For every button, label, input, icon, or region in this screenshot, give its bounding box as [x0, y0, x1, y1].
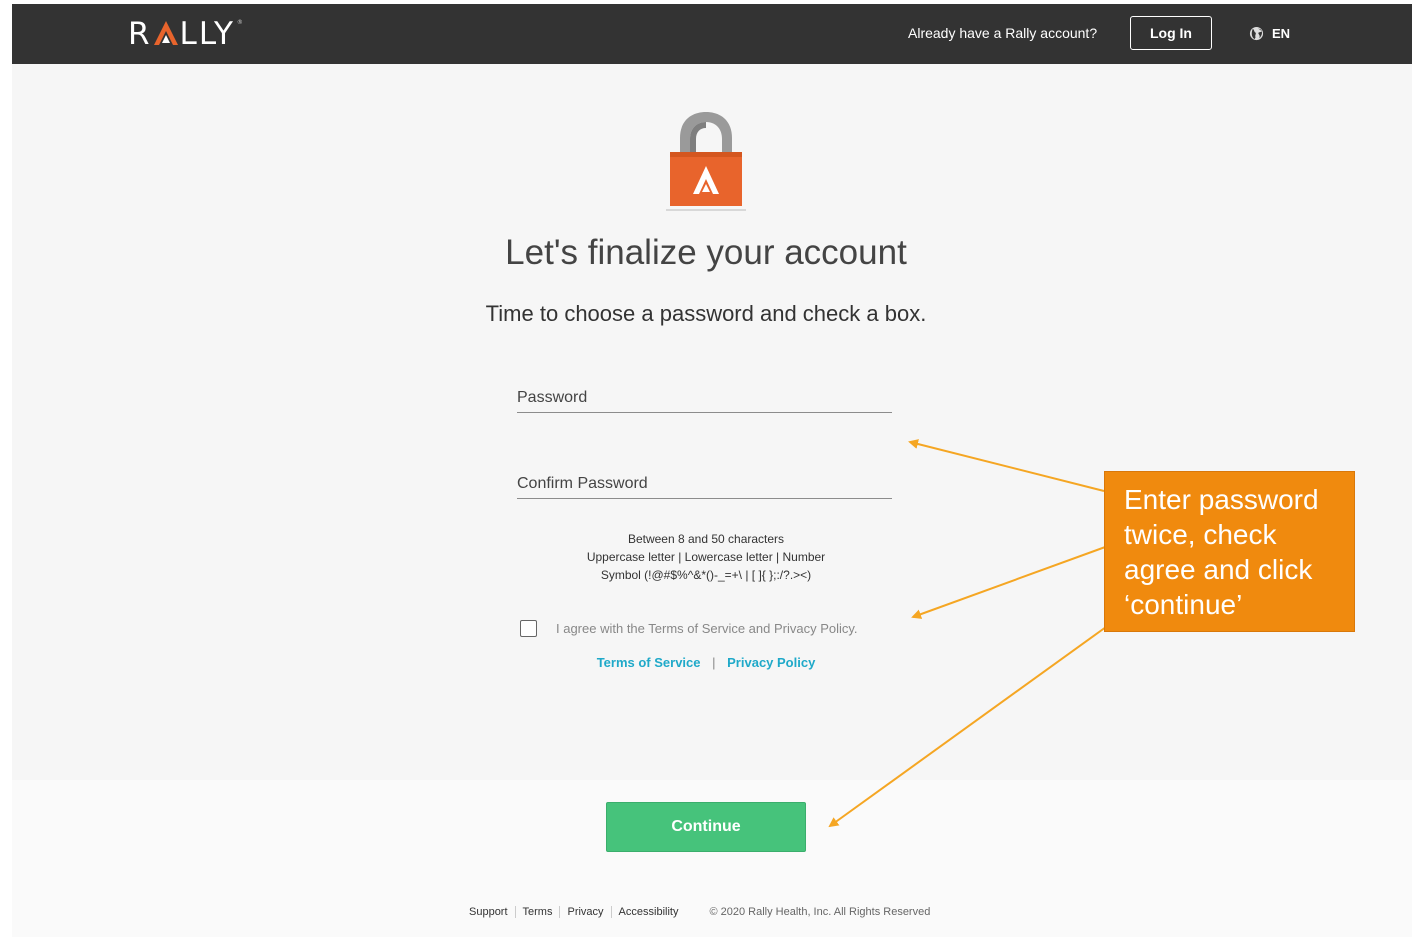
- footer-divider: [514, 906, 516, 918]
- language-label: EN: [1272, 26, 1291, 41]
- footer-accessibility-link[interactable]: Accessibility: [619, 906, 679, 918]
- footer-divider: [559, 906, 561, 918]
- footer-privacy-link[interactable]: Privacy: [567, 906, 603, 918]
- password-input[interactable]: [517, 384, 892, 412]
- globe-icon: [1249, 26, 1264, 41]
- page-footer: Support Terms Privacy Accessibility © 20…: [469, 906, 930, 918]
- callout-line: twice, check: [1124, 519, 1277, 550]
- page-title: Let's finalize your account: [505, 233, 907, 272]
- footer-terms-link[interactable]: Terms: [523, 906, 553, 918]
- confirm-password-input[interactable]: [517, 470, 892, 498]
- policy-links: Terms of Service | Privacy Policy: [0, 655, 1412, 670]
- footer-copyright: © 2020 Rally Health, Inc. All Rights Res…: [709, 906, 931, 918]
- agree-label: I agree with the Terms of Service and Pr…: [556, 621, 858, 636]
- rally-logo[interactable]: R LLY ®: [128, 18, 243, 50]
- callout-line: ‘continue’: [1124, 589, 1243, 620]
- logo-registered-mark: ®: [236, 19, 243, 26]
- already-have-account-text: Already have a Rally account?: [908, 25, 1098, 41]
- logo-letter-r: R: [128, 16, 152, 52]
- continue-button[interactable]: Continue: [606, 802, 806, 852]
- footer-divider: [610, 906, 612, 918]
- confirm-password-field-wrapper: [517, 470, 892, 499]
- agree-checkbox[interactable]: [520, 620, 537, 637]
- language-selector[interactable]: EN: [1249, 26, 1290, 41]
- logo-a-mark-icon: [153, 21, 178, 45]
- privacy-policy-link[interactable]: Privacy Policy: [727, 655, 815, 670]
- agree-row: I agree with the Terms of Service and Pr…: [520, 620, 858, 637]
- callout-line: agree and click: [1124, 554, 1313, 585]
- top-header: R LLY ® Already have a Rally account? Lo…: [12, 4, 1412, 64]
- link-separator: |: [712, 655, 716, 670]
- callout-line: Enter password: [1124, 484, 1319, 515]
- log-in-button[interactable]: Log In: [1130, 16, 1212, 50]
- logo-letters-lly: LLY: [179, 16, 235, 52]
- password-field-wrapper: [517, 384, 892, 413]
- instruction-callout: Enter password twice, check agree and cl…: [1104, 471, 1355, 632]
- page-subtitle: Time to choose a password and check a bo…: [485, 301, 927, 326]
- footer-support-link[interactable]: Support: [469, 906, 508, 918]
- lock-icon: [666, 112, 746, 211]
- terms-of-service-link[interactable]: Terms of Service: [597, 655, 701, 670]
